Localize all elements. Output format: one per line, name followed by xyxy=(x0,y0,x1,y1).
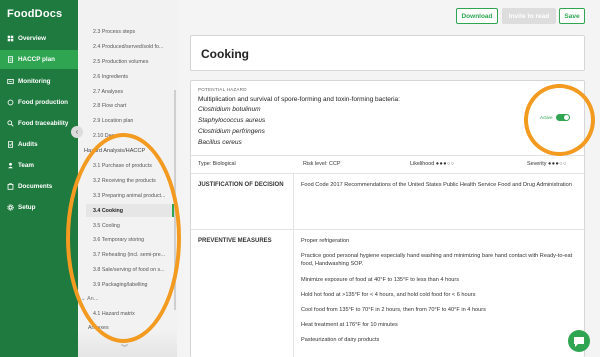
nav-item-label: Setup xyxy=(18,204,36,211)
preventive-measure: Minimize exposure of food at 40°F to 135… xyxy=(301,277,460,283)
monitoring-icon xyxy=(7,78,14,85)
food-production-icon xyxy=(7,99,14,106)
preventive-measure: Pasteurization of dairy products xyxy=(301,337,380,343)
save-button[interactable]: Save xyxy=(559,8,585,24)
likelihood-label: Likelihood xyxy=(410,161,435,167)
column-divider xyxy=(293,229,294,357)
app-logo: FoodDocs xyxy=(7,8,63,20)
team-icon xyxy=(8,162,13,169)
overview-icon xyxy=(7,35,14,42)
nav-item-setup[interactable]: Setup xyxy=(0,198,78,217)
nav-item-label: Overview xyxy=(18,35,47,42)
hazard-risk-level: Risk level: CCP xyxy=(303,161,341,167)
audits-icon xyxy=(7,141,14,148)
gear-icon xyxy=(7,204,14,211)
submenu-item[interactable]: 2.4 Produced/served/sold fo... xyxy=(93,44,163,50)
severity-label: Severity xyxy=(527,161,547,167)
collapse-sidebar-button[interactable]: ‹ xyxy=(71,126,83,138)
submenu-item[interactable]: 2.5 Production volumes xyxy=(93,59,148,65)
annotation-highlight-ring xyxy=(524,84,595,156)
annotation-highlight-ring xyxy=(66,133,181,343)
divider xyxy=(191,173,586,174)
document-icon xyxy=(7,56,14,63)
hazard-organism: Staphylococcus aureus xyxy=(198,117,266,124)
submenu-item[interactable]: 2.3 Process steps xyxy=(93,29,135,35)
preventive-measures-heading: PREVENTIVE MEASURES xyxy=(198,238,272,244)
preventive-measure: Practice good personal hygiene especiall… xyxy=(301,253,573,267)
preventive-measure: Proper refrigeration xyxy=(301,238,350,244)
nav-item-label: Team xyxy=(18,162,34,169)
hazard-severity: Severity ●●●○○ xyxy=(527,161,567,167)
nav-item-documents[interactable]: Documents xyxy=(0,177,78,196)
likelihood-rating: ●●●○○ xyxy=(435,161,455,167)
nav-item-monitoring[interactable]: Monitoring xyxy=(0,72,78,91)
divider xyxy=(191,229,586,230)
nav-item-food-production[interactable]: Food production xyxy=(0,93,78,112)
preventive-measure: Hold hot food at >135°F for < 4 hours, a… xyxy=(301,292,476,298)
hazard-title: Multiplication and survival of spore-for… xyxy=(198,96,400,103)
preventive-measure: Cool food from 135°F to 70°F in 2 hours,… xyxy=(301,307,486,313)
justification-text: Food Code 2017 Recommendations of the Un… xyxy=(301,182,572,188)
nav-item-label: Documents xyxy=(18,183,53,190)
potential-hazard-label: POTENTIAL HAZARD xyxy=(198,87,247,92)
double-chevron-down-icon[interactable]: ︾ xyxy=(121,343,128,353)
justification-heading: JUSTIFICATION OF DECISION xyxy=(198,182,284,188)
hazard-type: Type: Biological xyxy=(198,161,236,167)
submenu-item[interactable]: 2.6 Ingredients xyxy=(93,74,128,80)
download-button[interactable]: Download xyxy=(456,8,498,24)
divider xyxy=(191,155,586,156)
hazard-organism: Clostridium botulinum xyxy=(198,106,261,113)
nav-item-label: Food traceability xyxy=(18,120,69,127)
submenu-item[interactable]: 2.7 Analyses xyxy=(93,89,123,95)
nav-item-haccp-plan[interactable]: HACCP plan xyxy=(0,50,78,69)
hazard-likelihood: Likelihood ●●●○○ xyxy=(410,161,455,167)
chevron-left-icon: ‹ xyxy=(75,127,79,136)
page-title-card: Cooking xyxy=(190,35,585,71)
nav-item-food-traceability[interactable]: Food traceability xyxy=(0,114,78,133)
main-sidebar: FoodDocs Overview HACCP plan Monitoring … xyxy=(0,0,78,357)
nav-item-label: Audits xyxy=(18,141,38,148)
page-title: Cooking xyxy=(201,47,249,61)
nav-item-overview[interactable]: Overview xyxy=(0,29,78,48)
submenu-item[interactable]: 2.8 Flow chart xyxy=(93,103,126,109)
submenu-item[interactable]: 2.9 Location plan xyxy=(93,118,133,124)
nav-item-label: Monitoring xyxy=(18,78,51,85)
traceability-icon xyxy=(7,120,14,127)
severity-rating: ●●●○○ xyxy=(547,161,567,167)
nav-item-audits[interactable]: Audits xyxy=(0,135,78,154)
invite-to-read-button[interactable]: Invite to read xyxy=(502,8,556,24)
preventive-measure: Heat treatment at 176°F for 10 minutes xyxy=(301,322,398,328)
nav-item-team[interactable]: Team xyxy=(0,156,78,175)
nav-item-label: HACCP plan xyxy=(18,56,55,63)
hazard-organism: Clostridium perfringens xyxy=(198,128,265,135)
chat-icon xyxy=(574,337,584,347)
column-divider xyxy=(293,173,294,229)
chat-button[interactable] xyxy=(568,330,590,352)
hazard-organism: Bacillus cereus xyxy=(198,139,242,146)
nav-item-label: Food production xyxy=(18,99,69,106)
documents-icon xyxy=(7,183,14,190)
